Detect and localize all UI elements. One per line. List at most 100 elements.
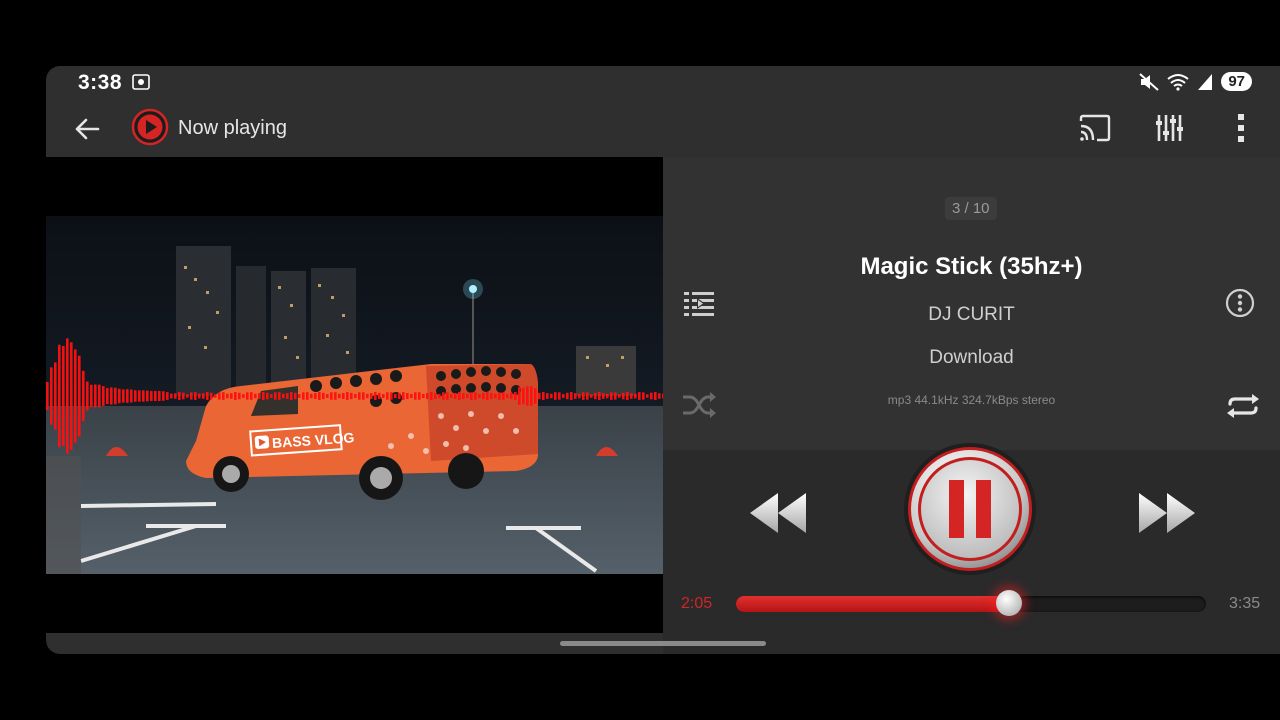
waveform-bar (314, 393, 317, 399)
song-title: Magic Stick (35hz+) (860, 253, 1083, 280)
waveform-bar (422, 393, 425, 399)
waveform-bar (130, 389, 133, 403)
more-vert-icon[interactable] (1229, 112, 1253, 144)
waveform-bar (126, 389, 129, 403)
waveform-bar (318, 392, 321, 400)
waveform-bar (306, 392, 309, 400)
player-panel: 3 / 10 Magic Stick (35hz+) DJ CURIT Down… (663, 157, 1280, 654)
screen-record-icon (132, 74, 150, 90)
waveform-bar (426, 392, 429, 400)
waveform-bar (106, 387, 109, 405)
seek-bar-progress (736, 596, 1009, 612)
waveform-bar (278, 392, 281, 400)
waveform-bar (610, 392, 613, 400)
rewind-button[interactable] (748, 491, 808, 535)
seek-bar[interactable] (736, 590, 1206, 616)
waveform-bar (462, 392, 465, 400)
waveform-bar (114, 387, 117, 405)
waveform-bar (370, 393, 373, 399)
waveform-bar (654, 392, 657, 400)
waveform-bar (502, 392, 505, 400)
waveform-bar (538, 392, 541, 400)
waveform-bar (274, 392, 277, 400)
waveform-bar (66, 338, 69, 454)
waveform-bar (362, 392, 365, 400)
waveform-bar (146, 390, 149, 402)
waveform-bar (102, 386, 105, 406)
waveform-bar (406, 392, 409, 400)
waveform-bar (266, 392, 269, 400)
waveform-bar (178, 392, 181, 400)
waveform-bar (626, 392, 629, 400)
battery-indicator: 97 (1221, 72, 1252, 91)
waveform-bar (238, 392, 241, 400)
seek-thumb[interactable] (995, 590, 1022, 616)
top-bar: Now playing (46, 100, 1280, 156)
waveform-bar (298, 394, 301, 398)
waveform-bar (542, 392, 545, 400)
waveform-bar (98, 384, 101, 408)
waveform-bar (138, 390, 141, 402)
album-name[interactable]: Download (663, 347, 1280, 369)
waveform-bar (526, 386, 529, 406)
waveform-bar (94, 384, 97, 408)
pause-button[interactable] (903, 442, 1037, 576)
waveform-bar (594, 392, 597, 400)
track-info-icon[interactable] (1225, 288, 1255, 318)
elapsed-time: 2:05 (681, 595, 713, 612)
fast-forward-button[interactable] (1137, 491, 1197, 535)
waveform-bar (390, 392, 393, 400)
waveform-bar (402, 392, 405, 400)
waveform-bar (346, 392, 349, 400)
waveform-bar (86, 381, 89, 411)
shuffle-icon[interactable] (681, 391, 717, 419)
waveform-bar (254, 393, 257, 399)
waveform-bar (290, 392, 293, 400)
waveform-bar (74, 349, 77, 443)
waveform-bar (474, 392, 477, 400)
waveform-bar (578, 393, 581, 399)
artist-name[interactable]: DJ CURIT (663, 304, 1280, 326)
waveform-bar (258, 393, 261, 399)
cast-icon[interactable] (1078, 113, 1112, 143)
waveform-bar (642, 392, 645, 400)
waveform-bar (374, 392, 377, 400)
waveform-bar (522, 387, 525, 405)
waveform-bar (210, 392, 213, 400)
waveform-bar (326, 394, 329, 398)
waveform-bar (62, 345, 65, 447)
waveform-bar (554, 392, 557, 400)
back-arrow-icon[interactable] (72, 114, 102, 144)
waveform-bar (226, 393, 229, 399)
playlist-icon[interactable] (683, 291, 715, 317)
waveform-bar (418, 392, 421, 400)
waveform-bar (334, 392, 337, 400)
waveform-bar (486, 392, 489, 400)
waveform-bar (446, 392, 449, 400)
waveform-bar (58, 344, 61, 448)
repeat-icon[interactable] (1223, 391, 1263, 421)
waveform-bar (574, 393, 577, 399)
total-duration: 3:35 (1229, 595, 1261, 612)
waveform-bar (242, 394, 245, 398)
waveform-bar (166, 392, 169, 400)
equalizer-icon[interactable] (1154, 112, 1184, 144)
waveform-bar (398, 392, 401, 400)
album-artwork: BASS VLOG (46, 216, 663, 574)
waveform-bar (134, 390, 137, 402)
waveform-bar (386, 392, 389, 400)
home-indicator[interactable] (560, 641, 766, 646)
waveform-bar (442, 392, 445, 400)
waveform-bar (586, 392, 589, 400)
waveform-bar (170, 393, 173, 399)
waveform-bar (382, 393, 385, 399)
waveform-bar (506, 394, 509, 398)
mute-icon (1139, 72, 1159, 91)
waveform-bar (186, 394, 189, 398)
waveform-bar (638, 392, 641, 400)
waveform-bar (434, 392, 437, 400)
waveform-bar (510, 392, 513, 400)
waveform-bar (606, 393, 609, 399)
waveform-bar (366, 393, 369, 399)
waveform-bar (622, 392, 625, 400)
